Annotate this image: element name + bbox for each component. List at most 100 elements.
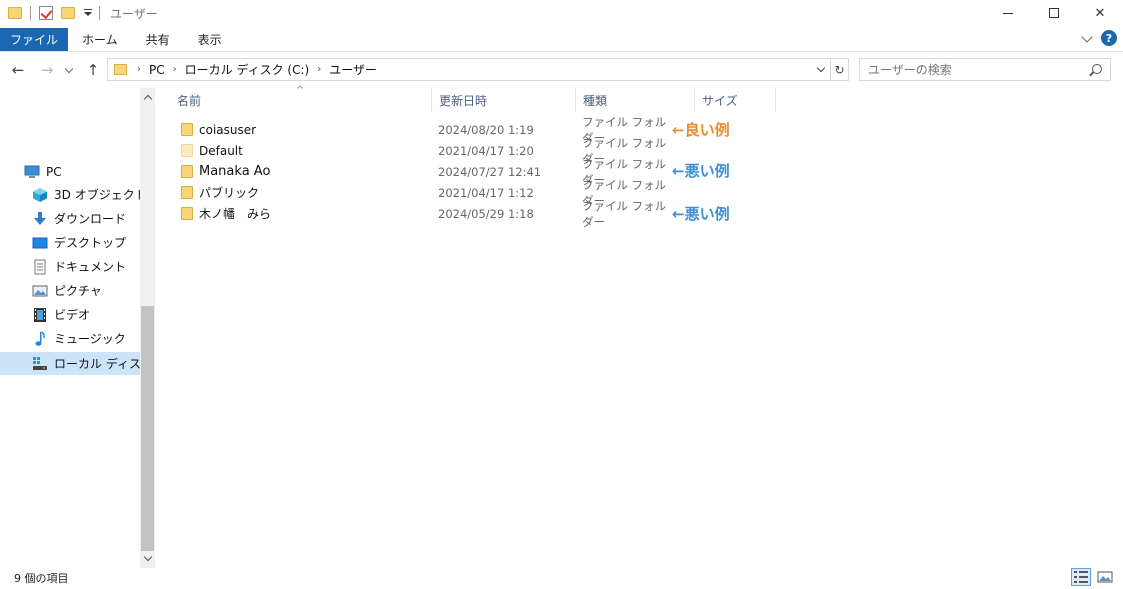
file-modified: 2024/07/27 12:41 <box>438 164 542 179</box>
folder-icon <box>181 123 193 136</box>
maximize-icon <box>1049 8 1059 18</box>
nav-item-documents[interactable]: ドキュメント <box>0 255 140 278</box>
minimize-button[interactable] <box>985 0 1031 26</box>
nav-item-label: ミュージック <box>54 332 126 346</box>
properties-check-icon[interactable] <box>39 6 53 20</box>
breadcrumb-separator[interactable]: › <box>173 64 177 75</box>
maximize-button[interactable] <box>1031 0 1077 26</box>
annotation-bad-example: ←悪い例 <box>672 205 730 223</box>
breadcrumb-separator[interactable]: › <box>137 64 141 75</box>
tab-file[interactable]: ファイル <box>0 28 69 51</box>
nav-item-local-disk[interactable]: ローカル ディスク (C:) <box>0 352 140 375</box>
nav-item-label: ピクチャ <box>54 284 102 298</box>
file-name: Default <box>199 143 243 158</box>
window-title: ユーザー <box>110 6 158 21</box>
nav-item-label: ビデオ <box>54 308 91 322</box>
nav-item-pictures[interactable]: ピクチャ <box>0 279 140 302</box>
file-name-cell[interactable]: パブリック <box>181 182 259 203</box>
chevron-down-icon <box>816 63 826 73</box>
details-view-button[interactable] <box>1071 568 1091 586</box>
nav-item-label: ダウンロード <box>54 212 127 226</box>
file-name: Manaka Ao <box>199 164 271 179</box>
nav-item-label: 3D オブジェクト <box>54 188 140 202</box>
music-note-icon <box>35 330 45 346</box>
file-name-cell[interactable]: 木ノ幡 みら <box>181 203 271 224</box>
breadcrumb: › PC › ローカル ディスク (C:) › ユーザー <box>137 61 377 78</box>
expand-ribbon-chevron-icon[interactable] <box>1081 30 1093 43</box>
back-button[interactable]: ← <box>8 60 28 80</box>
tab-home[interactable]: ホーム <box>68 28 132 51</box>
file-modified: 2024/08/20 1:19 <box>438 122 534 137</box>
breadcrumb-pc[interactable]: PC <box>149 63 165 77</box>
file-type: ファイル フォルダー <box>582 198 667 229</box>
tab-share[interactable]: 共有 <box>132 28 184 51</box>
breadcrumb-separator[interactable]: › <box>317 64 321 75</box>
folder-icon[interactable] <box>8 7 22 19</box>
monitor-icon <box>24 165 40 178</box>
nav-item-desktop[interactable]: デスクトップ <box>0 231 140 254</box>
tab-view[interactable]: 表示 <box>184 28 236 51</box>
address-dropdown-button[interactable] <box>812 59 830 80</box>
details-view-icon <box>1074 571 1088 583</box>
search-icon[interactable] <box>1092 64 1102 74</box>
desktop-icon <box>32 237 48 248</box>
navigation-row: ← → ↑ › PC › ローカル ディスク (C:) › ユーザー ↻ <box>0 58 1123 82</box>
large-icons-view-button[interactable] <box>1095 568 1115 586</box>
status-item-count: 9 個の項目 <box>14 572 69 585</box>
nav-pane-scrollbar[interactable] <box>140 88 155 568</box>
divider <box>99 6 100 20</box>
ribbon-right-controls: ? <box>1081 30 1117 46</box>
scrollbar-thumb[interactable] <box>141 306 154 551</box>
annotation-good-example: ←良い例 <box>672 121 730 139</box>
nav-item-label: ドキュメント <box>54 260 127 274</box>
recent-locations-dropdown[interactable] <box>62 60 76 80</box>
navigation-pane: PC 3D オブジェクト ダウンロード デスクトップ ドキュメント ピクチャ ビ… <box>0 88 155 568</box>
close-button[interactable]: ✕ <box>1077 0 1123 26</box>
column-header-size[interactable]: サイズ <box>695 88 776 112</box>
customize-dropdown-icon[interactable] <box>83 8 93 18</box>
search-input[interactable] <box>868 62 1078 77</box>
divider <box>30 6 31 20</box>
window-controls: ✕ <box>985 0 1123 26</box>
new-folder-icon[interactable] <box>61 7 75 19</box>
column-header-type[interactable]: 種類 <box>576 88 695 112</box>
nav-item-label: ローカル ディスク (C:) <box>54 357 140 371</box>
forward-button[interactable]: → <box>37 60 57 80</box>
chevron-up-icon <box>143 94 152 104</box>
file-name-cell[interactable]: Manaka Ao <box>181 161 270 182</box>
file-modified: 2021/04/17 1:20 <box>438 143 534 158</box>
file-name-cell[interactable]: coiasuser <box>181 119 256 140</box>
column-header-name[interactable]: 名前 <box>170 88 432 112</box>
up-button[interactable]: ↑ <box>83 60 103 80</box>
nav-item-downloads[interactable]: ダウンロード <box>0 207 140 230</box>
nav-item-3d-objects[interactable]: 3D オブジェクト <box>0 183 140 206</box>
file-modified: 2024/05/29 1:18 <box>438 206 534 221</box>
document-icon <box>34 259 46 274</box>
breadcrumb-users[interactable]: ユーザー <box>329 61 377 78</box>
film-icon <box>34 307 46 322</box>
folder-icon <box>181 165 193 178</box>
address-bar[interactable]: › PC › ローカル ディスク (C:) › ユーザー <box>107 58 831 81</box>
scroll-down-button[interactable] <box>140 551 155 566</box>
large-icons-view-icon <box>1097 571 1113 583</box>
table-row[interactable]: 木ノ幡 みら 2024/05/29 1:18 ファイル フォルダー <box>175 198 675 229</box>
file-name-cell[interactable]: Default <box>181 140 243 161</box>
nav-item-pc[interactable]: PC <box>0 160 140 183</box>
title-bar: ユーザー ✕ <box>0 0 1123 26</box>
chevron-down-icon <box>143 552 152 562</box>
hidden-folder-icon <box>181 144 193 157</box>
view-toggle <box>1071 568 1115 586</box>
folder-icon <box>181 207 193 220</box>
nav-item-videos[interactable]: ビデオ <box>0 303 140 326</box>
scroll-up-button[interactable] <box>140 90 155 105</box>
breadcrumb-local-disk[interactable]: ローカル ディスク (C:) <box>185 61 310 78</box>
quick-access-toolbar <box>0 0 108 26</box>
minimize-icon <box>1003 12 1013 14</box>
refresh-button[interactable]: ↻ <box>831 58 849 81</box>
nav-item-music[interactable]: ミュージック <box>0 327 140 350</box>
folder-icon <box>114 64 127 75</box>
picture-icon <box>32 285 48 296</box>
search-box[interactable] <box>859 58 1111 81</box>
help-icon[interactable]: ? <box>1101 30 1117 46</box>
column-header-modified[interactable]: 更新日時 <box>432 88 576 112</box>
